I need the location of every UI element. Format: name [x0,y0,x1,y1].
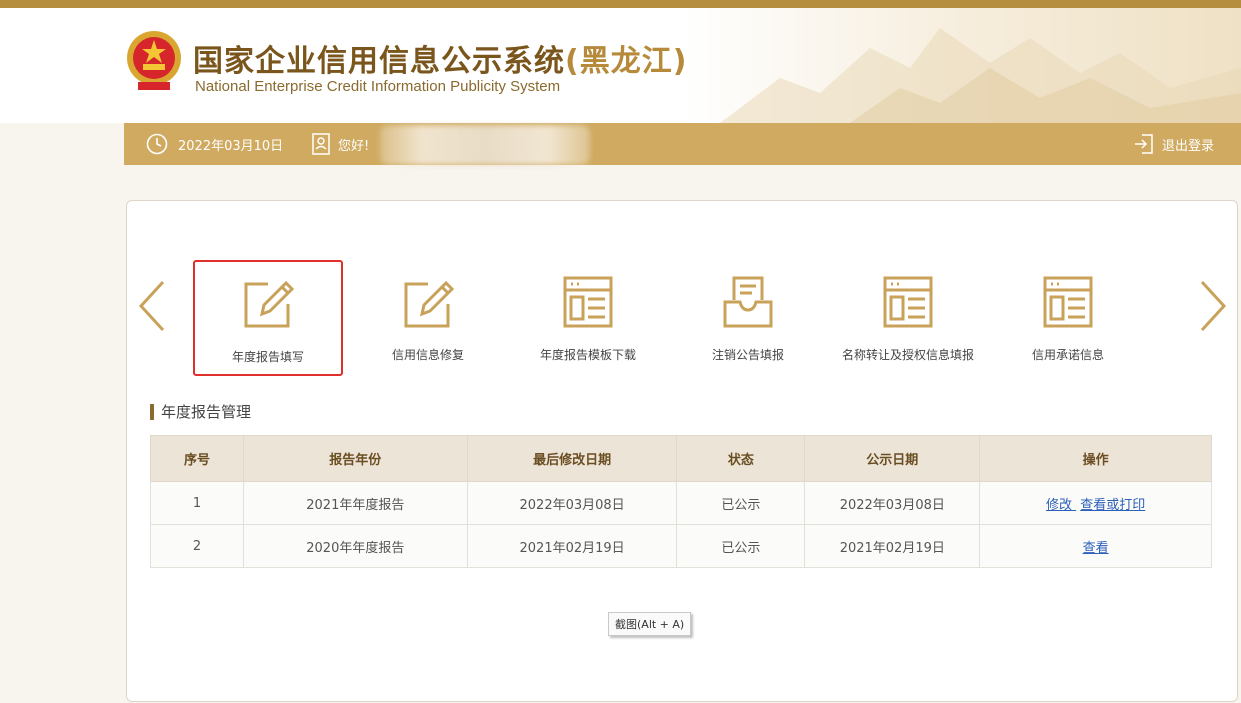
site-header: 国家企业信用信息公示系统(黑龙江) National Enterprise Cr… [0,8,1241,123]
logout-label: 退出登录 [1162,138,1215,154]
cell-status: 已公示 [676,481,806,525]
edit-report-link[interactable]: 修改 [1046,498,1072,513]
mountain-background-icon [720,28,1241,123]
link-spacer [1072,498,1076,513]
cell-year: 2021年年度报告 [242,481,468,525]
cell-year: 2020年年度报告 [242,524,468,568]
view-report-link[interactable]: 查看 [1083,541,1109,556]
cell-actions: 查看 [979,524,1212,568]
document-template-icon [883,276,933,328]
cell-published: 2021年02月19日 [804,524,981,568]
nav-report-template-download[interactable]: 年度报告模板下载 [513,260,663,376]
table-row: 1 2021年年度报告 2022年03月08日 已公示 2022年03月08日 … [150,481,1212,525]
col-header-status: 状态 [676,435,806,482]
date-display: 2022年03月10日 [146,123,283,165]
nav-label: 名称转让及授权信息填报 [841,348,974,362]
document-template-icon [1043,276,1093,328]
nav-label: 年度报告填写 [231,350,304,364]
pencil-edit-icon [244,280,294,328]
nav-label: 年度报告模板下载 [539,348,636,362]
carousel-prev-button[interactable] [137,278,167,334]
site-title: 国家企业信用信息公示系统(黑龙江) [193,44,688,79]
greeting-text: 您好! [338,138,370,154]
greeting-display: 您好! [312,123,369,165]
redacted-username [380,125,590,165]
site-title-english: National Enterprise Credit Information P… [195,78,561,95]
national-emblem-icon [127,31,181,90]
user-card-icon [312,133,330,155]
annual-report-table: 序号 报告年份 最后修改日期 状态 公示日期 操作 1 2021年年度报告 20… [150,435,1212,568]
nav-label: 注销公告填报 [711,348,784,362]
table-row: 2 2020年年度报告 2021年02月19日 已公示 2021年02月19日 … [150,524,1212,568]
col-header-year: 报告年份 [242,435,468,482]
cell-modified: 2022年03月08日 [466,481,678,525]
cell-actions: 修改 查看或打印 [979,481,1212,525]
document-template-icon [563,276,613,328]
col-header-published: 公示日期 [804,435,981,482]
cell-no: 2 [150,524,244,568]
cell-published: 2022年03月08日 [804,481,981,525]
logout-icon [1135,134,1153,154]
top-strip [0,0,1241,8]
logout-button[interactable]: 退出登录 [1134,123,1214,165]
col-header-modified: 最后修改日期 [466,435,678,482]
nav-credit-commitment[interactable]: 信用承诺信息 [993,260,1143,376]
screenshot-tooltip: 截图(Alt + A) [608,612,692,636]
current-date: 2022年03月10日 [178,138,284,154]
cell-no: 1 [150,481,244,525]
table-header-row: 序号 报告年份 最后修改日期 状态 公示日期 操作 [150,435,1212,482]
nav-credit-repair[interactable]: 信用信息修复 [353,260,503,376]
clock-icon [146,133,168,155]
col-header-no: 序号 [150,435,244,482]
pencil-edit-icon [404,280,454,328]
nav-annual-report-fill[interactable]: 年度报告填写 [193,260,343,376]
nav-label: 信用信息修复 [391,348,464,362]
user-info-bar: 2022年03月10日 您好! 退出登录 [124,123,1241,165]
cell-status: 已公示 [676,524,806,568]
nav-label: 信用承诺信息 [1031,348,1104,362]
nav-cancellation-notice[interactable]: 注销公告填报 [673,260,823,376]
nav-name-transfer[interactable]: 名称转让及授权信息填报 [833,260,983,376]
carousel-next-button[interactable] [1198,278,1228,334]
view-print-link[interactable]: 查看或打印 [1080,498,1145,513]
section-title: 年度报告管理 [150,404,251,420]
inbox-tray-icon [723,276,773,328]
cell-modified: 2021年02月19日 [466,524,678,568]
col-header-actions: 操作 [979,435,1212,482]
